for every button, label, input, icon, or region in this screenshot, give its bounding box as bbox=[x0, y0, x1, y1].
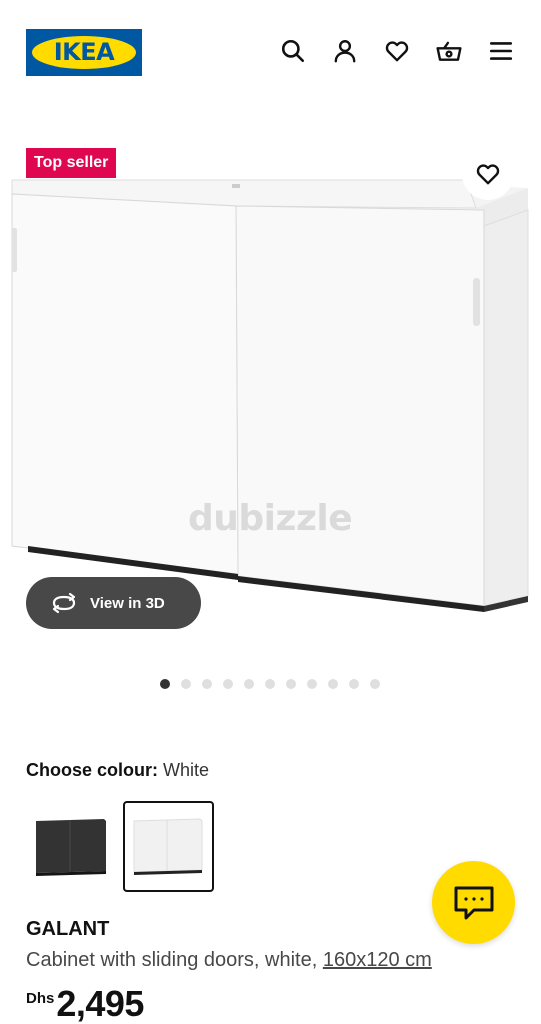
heart-icon bbox=[476, 164, 500, 185]
logo-text: IKEA bbox=[53, 38, 115, 66]
price-currency: Dhs bbox=[26, 990, 55, 1007]
chat-button[interactable] bbox=[432, 861, 515, 944]
pagination-dot[interactable] bbox=[202, 679, 212, 689]
selected-colour-value: White bbox=[163, 760, 210, 780]
choose-colour-heading: Choose colour: bbox=[26, 760, 159, 780]
product-dimensions-link[interactable]: 160x120 cm bbox=[323, 949, 432, 971]
image-pagination bbox=[160, 679, 391, 691]
pagination-dot[interactable] bbox=[307, 679, 317, 689]
account-icon[interactable] bbox=[330, 36, 360, 66]
colour-swatch-black[interactable] bbox=[26, 801, 117, 892]
search-icon[interactable] bbox=[278, 36, 308, 66]
watermark: dubizzle bbox=[188, 498, 353, 539]
pagination-dot[interactable] bbox=[370, 679, 380, 689]
ikea-logo[interactable]: IKEA bbox=[26, 29, 142, 76]
chat-icon bbox=[454, 886, 493, 919]
product-description-text: Cabinet with sliding doors, white, bbox=[26, 949, 318, 971]
product-name: GALANT bbox=[26, 918, 110, 940]
product-description: Cabinet with sliding doors, white, 160x1… bbox=[26, 949, 432, 972]
pagination-dot[interactable] bbox=[328, 679, 338, 689]
pagination-dot[interactable] bbox=[160, 679, 170, 689]
top-seller-badge: Top seller bbox=[26, 148, 117, 178]
product-image bbox=[11, 179, 529, 612]
pagination-dot[interactable] bbox=[265, 679, 275, 689]
product-gallery[interactable]: Top seller dubizzle View in 3D bbox=[0, 140, 541, 660]
menu-icon[interactable] bbox=[486, 36, 516, 66]
view-in-3d-label: View in 3D bbox=[90, 594, 165, 612]
colour-selector-label: Choose colour: White bbox=[26, 760, 209, 781]
basket-icon[interactable] bbox=[434, 36, 464, 66]
pagination-dot[interactable] bbox=[349, 679, 359, 689]
favourite-button[interactable] bbox=[462, 148, 514, 200]
heart-icon[interactable] bbox=[382, 36, 412, 66]
pagination-dot[interactable] bbox=[223, 679, 233, 689]
view-in-3d-button[interactable]: View in 3D bbox=[26, 577, 201, 629]
pagination-dot[interactable] bbox=[244, 679, 254, 689]
price-amount: 2,495 bbox=[56, 983, 144, 1024]
pagination-dot[interactable] bbox=[181, 679, 191, 689]
rotate-3d-icon bbox=[52, 592, 76, 614]
product-price: Dhs 2,495 bbox=[26, 982, 144, 1024]
colour-swatch-white[interactable] bbox=[123, 801, 214, 892]
pagination-dot[interactable] bbox=[286, 679, 296, 689]
header: IKEA bbox=[0, 0, 541, 100]
